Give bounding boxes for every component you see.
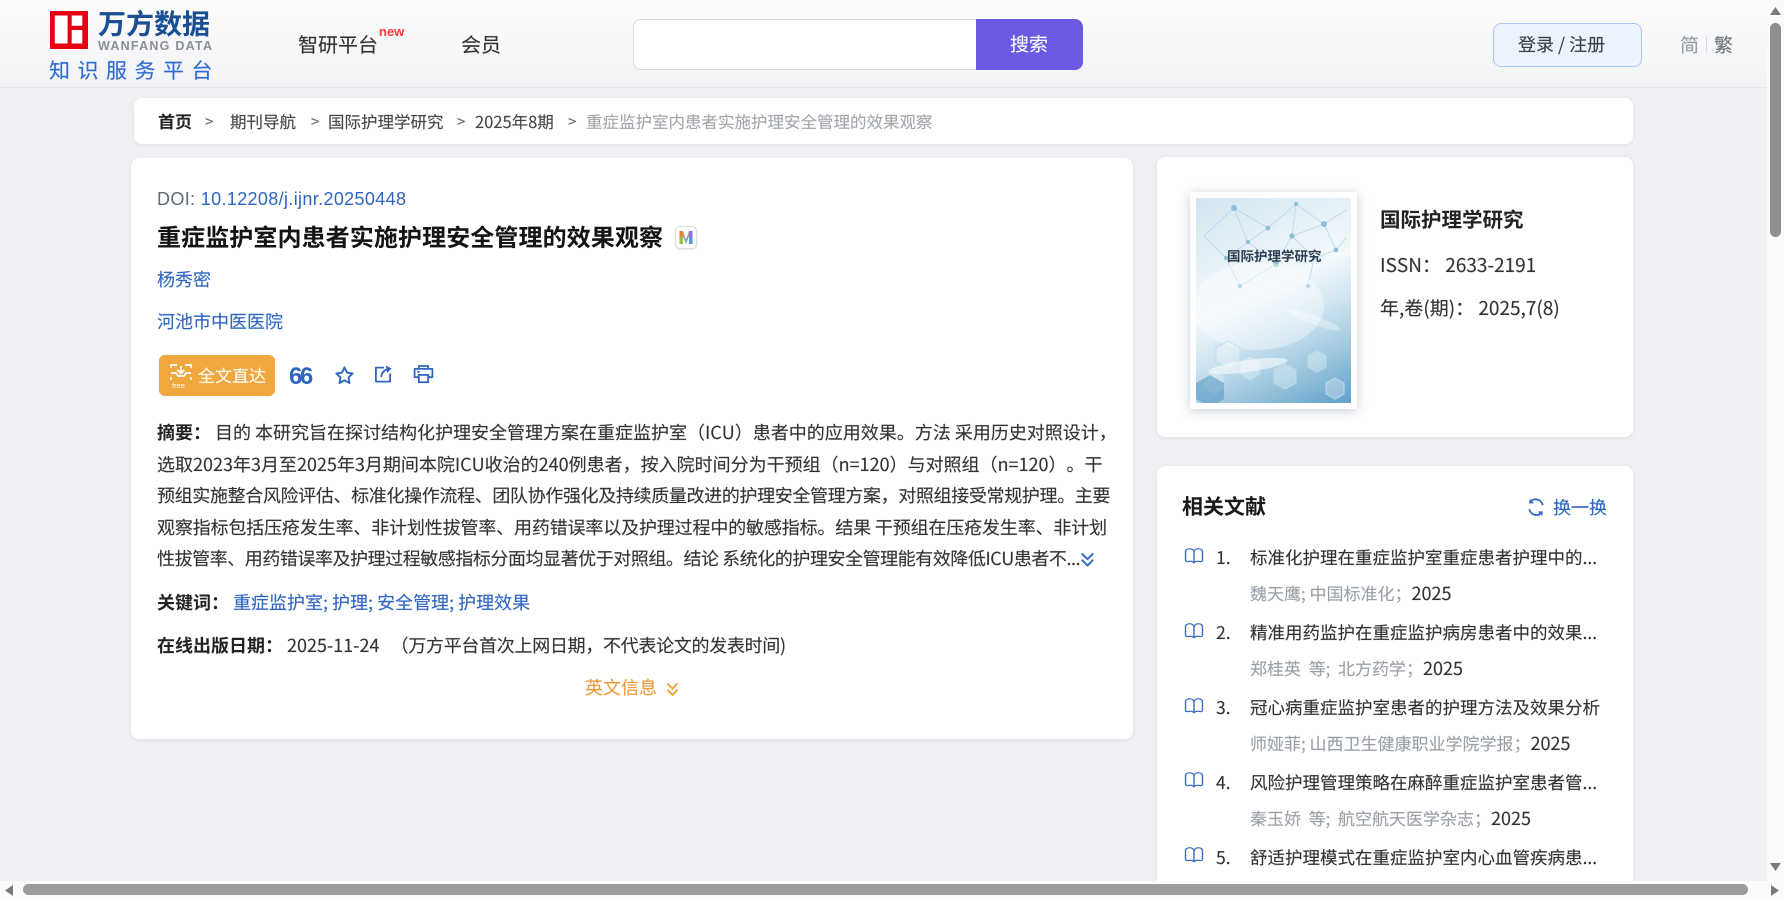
svg-text:free: free [172,381,185,389]
